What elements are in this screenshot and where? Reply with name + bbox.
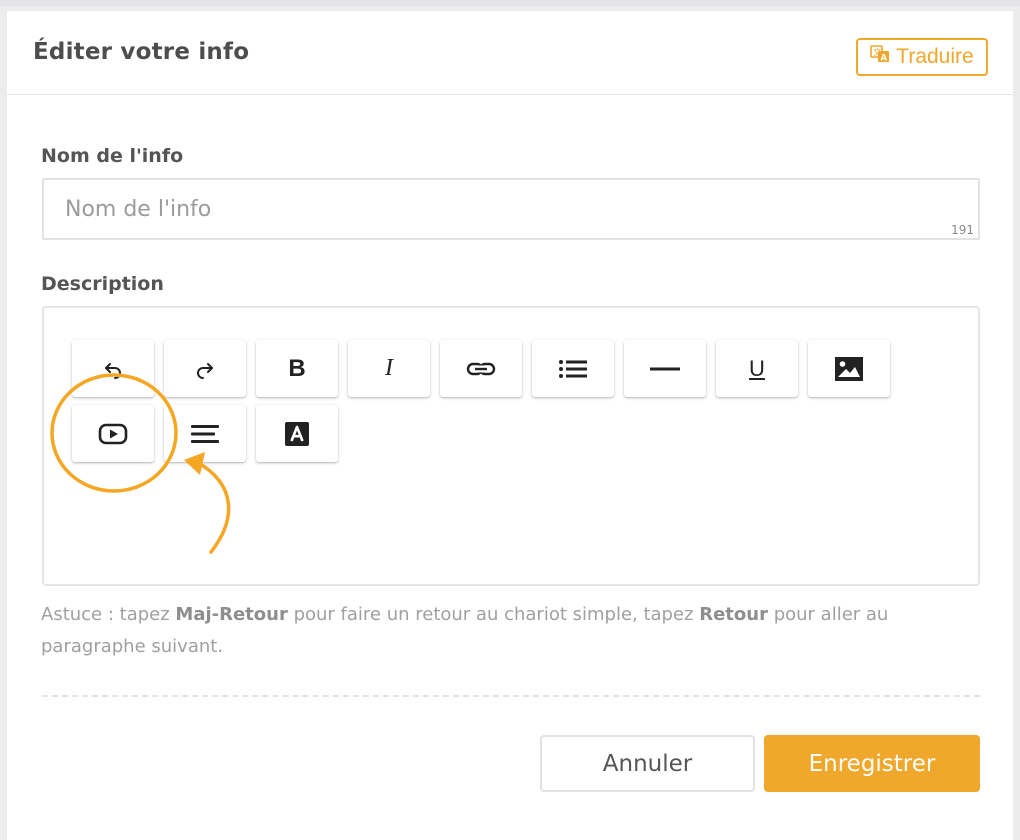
character-counter: 191 (951, 223, 974, 237)
svg-text:A: A (881, 53, 888, 63)
undo-button[interactable] (72, 340, 154, 397)
text-color-button[interactable] (256, 405, 338, 462)
image-button[interactable] (808, 340, 890, 397)
translate-label: Traduire (896, 45, 974, 68)
tip-key-enter: Retour (699, 604, 768, 625)
bullet-list-button[interactable] (532, 340, 614, 397)
image-icon (834, 356, 864, 382)
translate-icon: 文 A (870, 44, 890, 70)
underline-button[interactable]: U (716, 340, 798, 397)
tip-text: pour faire un retour au chariot simple, … (287, 604, 700, 625)
description-label: Description (41, 273, 164, 295)
link-button[interactable] (440, 340, 522, 397)
horizontal-rule-button[interactable] (624, 340, 706, 397)
panel-header: Éditer votre info 文 A Traduire (7, 11, 1013, 95)
redo-icon (193, 357, 217, 381)
bullet-list-icon (558, 358, 588, 380)
description-editor[interactable]: B I U (42, 306, 980, 586)
page-title: Éditer votre info (33, 39, 250, 65)
bold-button[interactable]: B (256, 340, 338, 397)
video-button[interactable] (72, 405, 154, 462)
edit-info-panel: Éditer votre info 文 A Traduire Nom de l'… (7, 11, 1013, 840)
underline-icon: U (749, 355, 765, 381)
video-icon (98, 423, 128, 445)
tip-key-shift-enter: Maj-Retour (175, 604, 288, 625)
horizontal-rule-icon (650, 366, 680, 372)
italic-button[interactable]: I (348, 340, 430, 397)
save-button[interactable]: Enregistrer (764, 735, 980, 792)
name-field-label: Nom de l'info (41, 145, 184, 167)
redo-button[interactable] (164, 340, 246, 397)
tip-text: Astuce : tapez (41, 604, 176, 625)
translate-button[interactable]: 文 A Traduire (856, 38, 988, 76)
dashed-divider (42, 695, 980, 697)
name-input[interactable] (44, 180, 978, 238)
bold-icon: B (288, 354, 306, 382)
name-field-wrapper: 191 (42, 178, 980, 240)
editor-tip: Astuce : tapez Maj-Retour pour faire un … (41, 599, 961, 663)
text-color-icon (284, 421, 310, 447)
undo-icon (101, 357, 125, 381)
align-button[interactable] (164, 405, 246, 462)
italic-icon: I (385, 355, 393, 381)
cancel-button[interactable]: Annuler (540, 735, 755, 792)
align-icon (190, 423, 220, 445)
top-strip (0, 0, 1020, 6)
link-icon (466, 359, 496, 379)
